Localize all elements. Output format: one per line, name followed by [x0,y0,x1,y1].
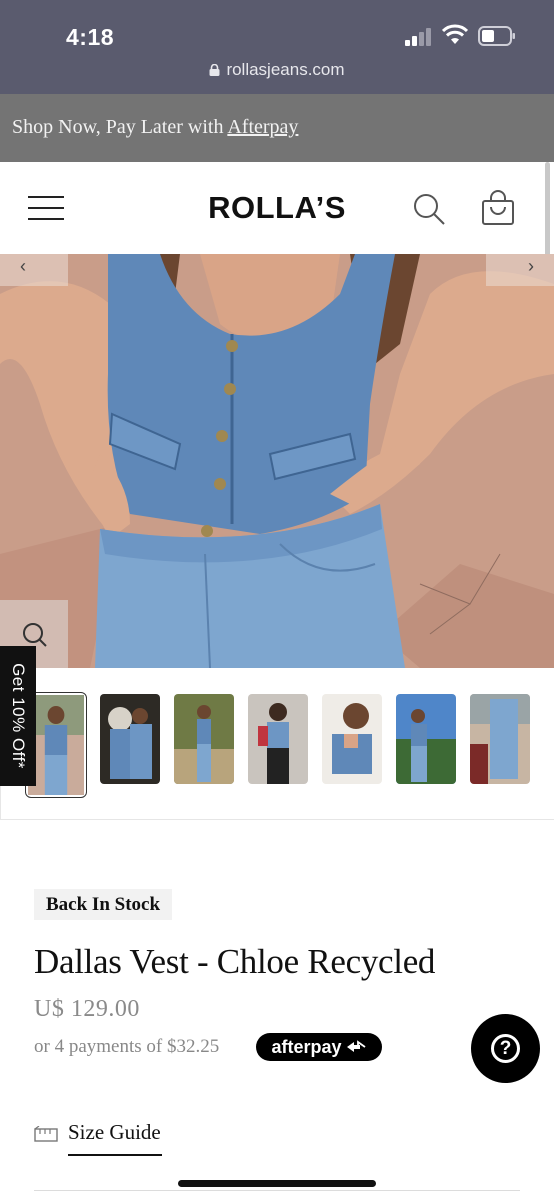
thumbnail-strip [0,668,554,820]
afterpay-label: afterpay [271,1037,342,1057]
lock-icon [209,64,220,76]
site-header: ROLLA’S [0,162,554,254]
afterpay-link[interactable]: Afterpay [227,116,298,138]
section-divider [34,1190,520,1191]
thumbnail-5[interactable] [322,694,382,784]
thumbnail-image [396,694,456,784]
afterpay-arrows-icon [346,1040,366,1052]
thumbnail-image [28,695,84,795]
chevron-right-icon: › [528,256,534,276]
home-indicator [178,1180,376,1187]
promo-message: Shop Now, Pay Later with [12,116,228,138]
afterpay-promo-banner: Shop Now, Pay Later with Afterpay [0,94,554,162]
afterpay-badge[interactable]: afterpay [256,1033,382,1061]
ruler-icon [34,1126,58,1142]
thumbnail-3[interactable] [174,694,234,784]
discount-tab-label: Get 10% Off* [9,663,28,769]
wifi-icon [442,24,468,44]
thumbnail-image [100,694,160,784]
product-main-image[interactable]: ‹ › [0,254,554,668]
thumbnail-image [322,694,382,784]
search-icon[interactable] [412,192,446,226]
thumbnail-4[interactable] [248,694,308,784]
address-bar[interactable]: rollasjeans.com [0,60,554,80]
thumbnail-image [174,694,234,784]
installment-text: or 4 payments of $32.25 [34,1036,220,1057]
product-title: Dallas Vest - Chloe Recycled [34,942,436,981]
product-photo [0,254,554,668]
thumbnail-2[interactable] [100,694,160,784]
thumbnail-image [470,694,530,784]
gallery-next-button[interactable]: › [486,254,554,286]
chevron-left-icon: ‹ [20,256,26,276]
url-text: rollasjeans.com [226,60,345,79]
cellular-signal-icon [405,28,431,46]
discount-tab[interactable]: Get 10% Off* [0,646,36,786]
battery-icon [478,26,515,46]
help-chat-button[interactable]: ? [471,1014,540,1083]
thumbnail-image [248,694,308,784]
stock-badge: Back In Stock [34,889,173,920]
status-bar: 4:18 rollasjeans.com [0,0,554,94]
thumbnail-7[interactable] [470,694,530,784]
promo-text: Shop Now, Pay Later with Afterpay [12,116,298,139]
size-guide-label: Size Guide [68,1120,161,1144]
size-guide-underline [68,1154,162,1156]
product-price: U$ 129.00 [34,996,140,1022]
question-icon: ? [491,1034,520,1063]
thumbnail-6[interactable] [396,694,456,784]
status-time: 4:18 [66,24,115,50]
shopping-bag-icon[interactable] [480,190,516,226]
gallery-prev-button[interactable]: ‹ [0,254,68,286]
brand-logo[interactable]: ROLLA’S [0,190,554,226]
